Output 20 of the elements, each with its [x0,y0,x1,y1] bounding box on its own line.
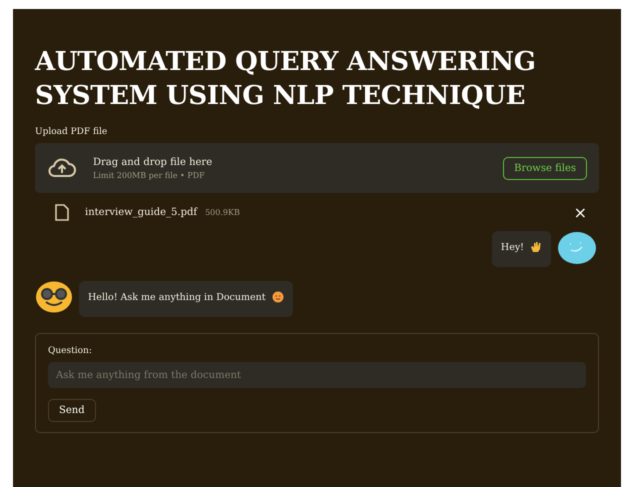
user-avatar-icon [557,231,597,265]
page-title: AUTOMATED QUERY ANSWERING SYSTEM USING NLP TECHNIQUE [35,46,537,113]
file-icon [55,204,69,220]
send-button[interactable]: Send [48,399,96,422]
upload-label: Upload PDF file [35,127,108,137]
browse-files-button[interactable]: Browse files [503,156,587,180]
question-input[interactable]: Ask me anything from the document [48,362,586,388]
cloud-upload-icon [47,157,77,179]
file-limit-note: Limit 200MB per file • PDF [93,170,206,180]
hugging-face-icon [272,291,284,303]
message-bubble: Hey! [492,231,551,267]
file-size: 500.9KB [205,208,241,216]
file-name: interview_guide_5.pdf [85,206,198,218]
question-label: Question: [48,346,93,356]
drop-instruction: Drag and drop file here [93,156,214,168]
waving-hand-icon [530,241,542,253]
message-bubble: Hello! Ask me anything in Document [79,281,293,317]
drop-zone[interactable]: Drag and drop file here Limit 200MB per file • PDF Browse files [35,143,599,193]
remove-file-button[interactable]: × [574,202,587,222]
bot-avatar-icon [35,281,73,313]
